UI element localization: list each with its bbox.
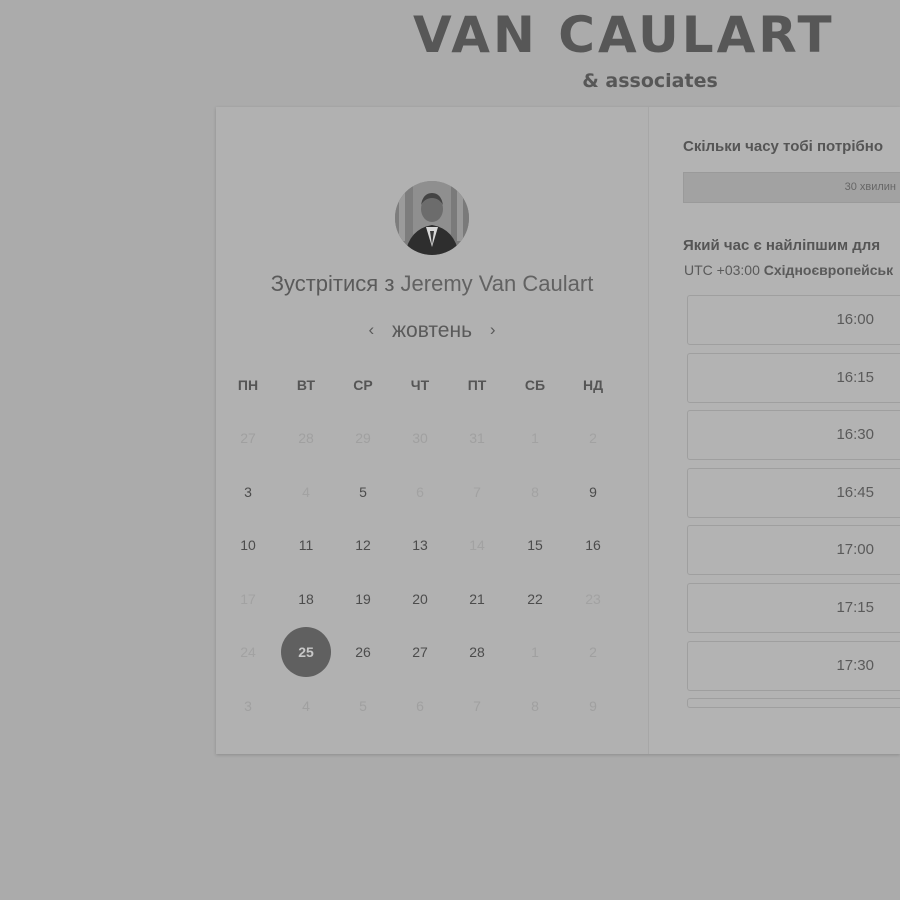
timezone-label[interactable]: UTC +03:00 Східноєвропейськ: [684, 262, 893, 278]
duration-question: Скільки часу тобі потрібно: [683, 138, 883, 155]
calendar-day: 31: [469, 430, 485, 446]
time-slot[interactable]: 16:30: [687, 410, 900, 461]
chevron-left-icon[interactable]: ‹: [356, 320, 386, 340]
booking-card: Зустрітися з Jeremy Van Caulart ‹ жовтен…: [216, 107, 900, 754]
calendar-day: 6: [416, 698, 424, 714]
calendar-panel: Зустрітися з Jeremy Van Caulart ‹ жовтен…: [216, 107, 648, 754]
calendar-day[interactable]: 16: [568, 520, 618, 570]
calendar-day[interactable]: 5: [338, 467, 388, 517]
calendar-day[interactable]: 21: [452, 574, 502, 624]
time-panel: Скільки часу тобі потрібно 30 хвилин Яки…: [649, 107, 900, 754]
calendar-day[interactable]: 10: [223, 520, 273, 570]
weekday-label: ПТ: [467, 377, 487, 393]
calendar-day: 1: [531, 430, 539, 446]
weekday-label: ПН: [237, 377, 259, 393]
time-question: Який час є найліпшим для: [683, 237, 881, 254]
calendar-day: 5: [359, 698, 367, 714]
time-slot[interactable]: 16:45: [687, 467, 900, 518]
meeting-title: Зустрітися з Jeremy Van Caulart: [216, 271, 648, 297]
calendar-day[interactable]: 27: [395, 627, 445, 677]
calendar-day: 8: [531, 483, 539, 500]
weekday-label: ЧТ: [410, 377, 430, 393]
brand-subtitle: & associates: [582, 70, 718, 92]
host-name: Jeremy Van Caulart: [400, 271, 594, 296]
host-avatar: [395, 181, 469, 255]
chevron-right-icon[interactable]: ›: [478, 320, 508, 340]
calendar-day[interactable]: 11: [281, 520, 331, 570]
time-slot[interactable]: 16:15: [687, 352, 900, 403]
calendar-day: 1: [531, 644, 539, 661]
brand-title: VAN CAULART: [413, 6, 835, 64]
calendar-day: 3: [244, 698, 252, 714]
weekday-label: ВТ: [296, 377, 316, 393]
meeting-prefix: Зустрітися з: [270, 271, 395, 296]
timezone-offset: UTC +03:00: [684, 262, 760, 278]
calendar-day[interactable]: 19: [338, 574, 388, 624]
time-slot[interactable]: 17:30: [687, 640, 900, 691]
calendar-day[interactable]: 3: [223, 467, 273, 517]
calendar-day: 14: [469, 537, 485, 554]
calendar-day: 2: [589, 430, 597, 446]
calendar-day: 4: [302, 698, 310, 714]
calendar-day[interactable]: 13: [395, 520, 445, 570]
calendar-day: 29: [355, 430, 371, 446]
calendar-day: 17: [240, 590, 256, 607]
timezone-name: Східноєвропейськ: [763, 262, 894, 278]
calendar-day[interactable]: 20: [395, 574, 445, 624]
weekday-label: НД: [582, 377, 604, 393]
calendar-day: 30: [412, 430, 428, 446]
calendar-day[interactable]: 22: [510, 574, 560, 624]
weekday-label: СБ: [524, 377, 546, 393]
calendar-day: 7: [473, 698, 481, 714]
time-slot[interactable]: 17:15: [687, 583, 900, 633]
calendar-day: 23: [585, 590, 601, 607]
calendar-day: 7: [473, 483, 481, 500]
time-slot[interactable]: 16:00: [687, 295, 900, 345]
calendar-day: 27: [240, 430, 256, 446]
calendar-day: 28: [298, 430, 314, 446]
duration-select[interactable]: 30 хвилин: [683, 172, 900, 203]
calendar-day[interactable]: 18: [281, 574, 331, 624]
time-slot[interactable]: 17:00: [687, 525, 900, 576]
calendar-day[interactable]: 12: [338, 520, 388, 570]
calendar-day: 4: [302, 483, 310, 500]
profile-photo: [395, 181, 469, 255]
month-label: жовтень: [391, 319, 473, 342]
time-slot-partial[interactable]: [687, 698, 900, 709]
calendar-day: 24: [240, 644, 256, 661]
calendar-day: 2: [589, 644, 597, 661]
calendar-day[interactable]: 26: [338, 627, 388, 677]
weekday-label: СР: [353, 377, 373, 393]
calendar-day: 6: [416, 483, 424, 500]
calendar-day[interactable]: 15: [510, 520, 560, 570]
calendar-day: 9: [589, 698, 597, 714]
calendar-day: 8: [531, 698, 539, 714]
calendar-day[interactable]: 9: [568, 467, 618, 517]
selected-day[interactable]: 25: [281, 627, 331, 678]
calendar-day[interactable]: 28: [452, 627, 502, 677]
month-navigation: ‹ жовтень ›: [216, 319, 648, 343]
